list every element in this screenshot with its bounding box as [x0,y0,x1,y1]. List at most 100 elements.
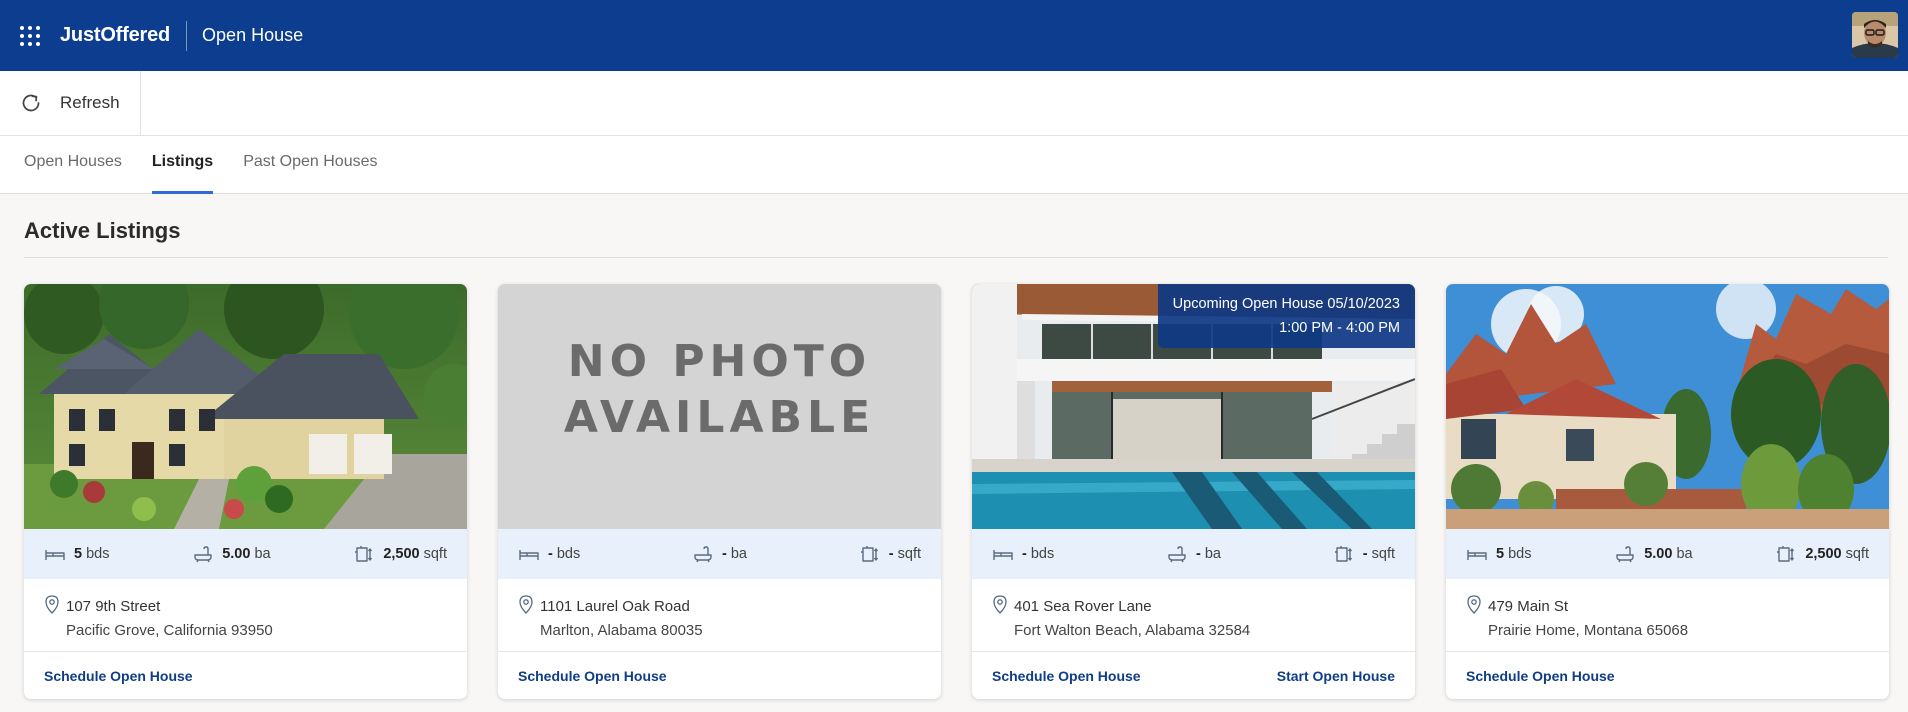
sqft-value: 2,500 [383,546,420,562]
tab-listings[interactable]: Listings [151,136,214,194]
card-actions: Schedule Open House Start Open House [972,652,1415,699]
no-photo-placeholder[interactable]: NO PHOTO AVAILABLE [498,284,941,529]
baths-value: 5.00 [222,546,251,562]
schedule-open-house-link[interactable]: Schedule Open House [44,668,193,684]
sqft-value: 2,500 [1805,546,1842,562]
listing-stats: 5 bds 5.00 ba 2,500 sqft [24,529,467,579]
beds-unit: bds [1508,546,1532,562]
header-divider [186,20,188,51]
floor-area-icon [355,546,373,562]
location-pin-icon [993,595,1007,614]
bathtub-icon [194,546,212,563]
brand-name[interactable]: JustOffered [60,24,170,47]
start-open-house-link[interactable]: Start Open House [1277,668,1395,684]
location-pin-icon [45,595,59,614]
sqft-stat: - sqft [1333,543,1395,565]
beds-stat: - bds [992,543,1054,565]
listing-stats: - bds - ba - sqft [972,529,1415,579]
address-city: Pacific Grove, California 93950 [66,622,273,639]
listing-address: 401 Sea Rover Lane Fort Walton Beach, Al… [972,579,1415,652]
listing-cards: 5 bds 5.00 ba 2,500 sqft 107 9th Street … [24,284,1889,699]
bed-icon [993,550,1013,560]
baths-stat: - ba [692,543,747,565]
user-avatar[interactable] [1852,12,1898,58]
card-actions: Schedule Open House [1446,652,1889,699]
beds-value: - [1022,546,1027,562]
beds-unit: bds [1030,546,1055,562]
house-photo[interactable] [24,284,467,529]
app-header: JustOffered Open House [0,0,1908,71]
address-street: 479 Main St [1488,598,1569,615]
baths-value: - [722,546,727,562]
desert-house-photo[interactable] [1446,284,1889,529]
listing-address: 107 9th Street Pacific Grove, California… [24,579,467,652]
app-name: Open House [202,25,304,45]
section-title: Active Listings [24,218,181,243]
sqft-unit: sqft [1845,546,1869,562]
address-city: Prairie Home, Montana 65068 [1488,622,1689,639]
bathtub-icon [1616,546,1634,563]
baths-stat: - ba [1166,543,1221,565]
listing-card[interactable]: NO PHOTO AVAILABLE - bds - ba - sqft 110… [498,284,941,699]
refresh-button[interactable]: Refresh [0,70,141,136]
tab-past-open-houses[interactable]: Past Open Houses [243,136,377,194]
refresh-icon [22,94,40,112]
section-divider [24,257,1888,258]
address-city: Fort Walton Beach, Alabama 32584 [1014,622,1251,639]
beds-unit: bds [556,546,581,562]
baths-unit: ba [730,546,747,562]
listing-address: 1101 Laurel Oak Road Marlton, Alabama 80… [498,579,941,652]
schedule-open-house-link[interactable]: Schedule Open House [1466,668,1615,684]
baths-unit: ba [1676,546,1693,562]
address-street: 401 Sea Rover Lane [1014,598,1152,615]
listing-card[interactable]: 5 bds 5.00 ba 2,500 sqft 107 9th Street … [24,284,467,699]
sqft-stat: - sqft [859,543,921,565]
listing-address: 479 Main St Prairie Home, Montana 65068 [1446,579,1889,652]
placeholder-line-2: AVAILABLE [564,392,875,443]
listing-stats: - bds - ba - sqft [498,529,941,579]
sqft-stat: 2,500 sqft [353,543,447,565]
modern-house-pool-photo[interactable]: Upcoming Open House 05/10/2023 1:00 PM -… [972,284,1415,529]
baths-value: 5.00 [1644,546,1673,562]
beds-value: 5 [1496,546,1505,562]
baths-unit: ba [254,546,271,562]
listing-card[interactable]: 5 bds 5.00 ba 2,500 sqft 479 Main St Pra… [1446,284,1889,699]
bed-icon [45,550,65,560]
bed-icon [519,550,539,560]
toolbar: Refresh [0,70,1908,136]
baths-value: - [1196,546,1201,562]
location-pin-icon [519,595,533,614]
schedule-open-house-link[interactable]: Schedule Open House [518,668,667,684]
bathtub-icon [1168,546,1186,563]
address-street: 107 9th Street [66,598,161,615]
beds-stat: 5 bds [44,543,109,565]
listing-card[interactable]: Upcoming Open House 05/10/2023 1:00 PM -… [972,284,1415,699]
beds-value: - [548,546,553,562]
sqft-unit: sqft [423,546,447,562]
card-actions: Schedule Open House [24,652,467,699]
badge-time: 1:00 PM - 4:00 PM [1279,320,1400,336]
baths-unit: ba [1204,546,1221,562]
upcoming-open-house-badge: Upcoming Open House 05/10/2023 1:00 PM -… [1157,284,1415,348]
beds-stat: 5 bds [1466,543,1531,565]
sqft-unit: sqft [897,546,921,562]
refresh-label: Refresh [60,93,120,112]
bathtub-icon [694,546,712,563]
sqft-value: - [888,546,894,562]
bed-icon [1467,550,1487,560]
sqft-value: - [1362,546,1368,562]
card-actions: Schedule Open House [498,652,941,699]
apps-grid-icon[interactable] [18,24,42,48]
sqft-unit: sqft [1371,546,1395,562]
listing-stats: 5 bds 5.00 ba 2,500 sqft [1446,529,1889,579]
location-pin-icon [1467,595,1481,614]
placeholder-line-1: NO PHOTO [568,336,871,387]
beds-stat: - bds [518,543,580,565]
schedule-open-house-link[interactable]: Schedule Open House [992,668,1141,684]
tab-open-houses[interactable]: Open Houses [24,136,122,194]
address-street: 1101 Laurel Oak Road [540,598,690,615]
badge-date: Upcoming Open House 05/10/2023 [1172,296,1400,312]
address-city: Marlton, Alabama 80035 [540,622,703,639]
baths-stat: 5.00 ba [1614,543,1693,565]
sqft-stat: 2,500 sqft [1775,543,1869,565]
